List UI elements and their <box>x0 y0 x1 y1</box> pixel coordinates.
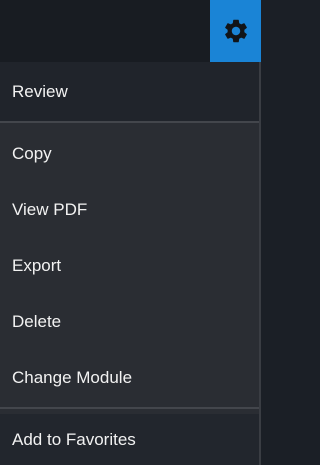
menu-item-label: View PDF <box>12 200 88 219</box>
menu-item-label: Change Module <box>12 368 133 387</box>
menu-item-change-module[interactable]: Change Module <box>0 350 261 406</box>
gear-icon <box>222 17 250 45</box>
menu-divider <box>0 121 261 123</box>
menu-item-copy[interactable]: Copy <box>0 126 261 182</box>
menu-item-view-pdf[interactable]: View PDF <box>0 182 261 238</box>
menu-border <box>259 62 261 465</box>
menu-item-label: Copy <box>12 144 52 163</box>
menu-item-review[interactable]: Review <box>0 62 261 121</box>
menu-item-label: Add to Favorites <box>12 429 136 449</box>
menu-item-delete[interactable]: Delete <box>0 294 261 350</box>
menu-item-add-to-favorites[interactable]: Add to Favorites <box>0 414 261 465</box>
menu-divider <box>0 407 261 409</box>
app-root: Review Copy View PDF Export Delete Chang… <box>0 0 261 465</box>
settings-button[interactable] <box>210 0 261 62</box>
menu-item-label: Export <box>12 256 62 275</box>
menu-item-label: Delete <box>12 312 62 331</box>
top-bar <box>0 0 261 62</box>
actions-menu: Review Copy View PDF Export Delete Chang… <box>0 62 261 465</box>
menu-item-export[interactable]: Export <box>0 238 261 294</box>
menu-item-label: Review <box>12 81 68 101</box>
